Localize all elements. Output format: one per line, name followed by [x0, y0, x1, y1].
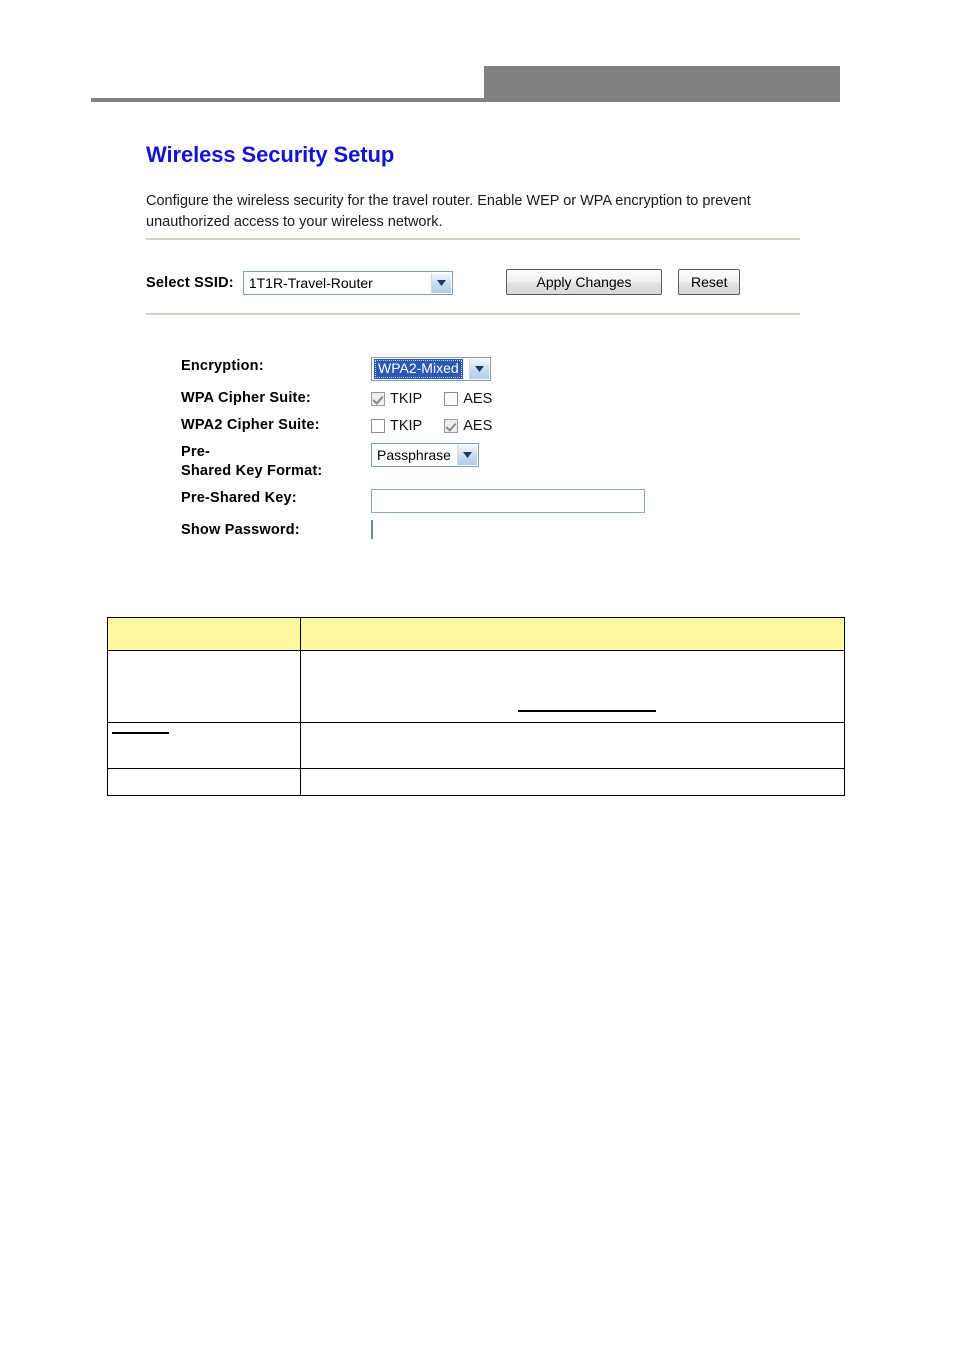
divider-bottom	[146, 313, 800, 315]
ssid-select-value: 1T1R-Travel-Router	[248, 275, 373, 291]
psk-format-label-line2: Shared Key Format:	[181, 463, 323, 479]
wpa-aes-label: AES	[463, 391, 493, 407]
table-row	[107, 768, 845, 796]
wpa-aes-checkbox-item[interactable]: AES	[444, 391, 492, 407]
table-header-cell-a	[107, 617, 301, 651]
underline-mark-long	[517, 709, 656, 712]
ssid-select[interactable]: 1T1R-Travel-Router	[242, 271, 453, 295]
chevron-down-icon	[469, 359, 489, 379]
security-settings-form: Encryption: WPA2-Mixed WPA Cipher Suite:…	[181, 357, 781, 548]
show-password-label: Show Password:	[181, 522, 300, 538]
wpa2-tkip-label: TKIP	[390, 418, 423, 434]
header-rule	[91, 98, 484, 102]
wpa2-tkip-checkbox-item[interactable]: TKIP	[371, 418, 422, 434]
encryption-select[interactable]: WPA2-Mixed	[371, 357, 491, 381]
show-password-row: Show Password:	[181, 520, 781, 540]
wpa2-aes-checkbox-item[interactable]: AES	[444, 418, 492, 434]
apply-changes-button[interactable]: Apply Changes	[506, 269, 662, 295]
psk-format-row: Pre- Shared Key Format: Passphrase	[181, 443, 781, 481]
psk-input[interactable]	[371, 489, 645, 513]
table-cell-a	[107, 650, 301, 723]
encryption-label: Encryption:	[181, 358, 264, 374]
wpa-tkip-label: TKIP	[390, 391, 423, 407]
select-ssid-label: Select SSID:	[146, 275, 234, 291]
wpa-tkip-checkbox[interactable]	[371, 392, 385, 406]
divider-top	[146, 238, 800, 240]
show-password-checkbox[interactable]	[371, 520, 373, 539]
psk-format-select[interactable]: Passphrase	[371, 443, 479, 467]
table-cell-a	[107, 722, 301, 769]
wpa2-aes-checkbox[interactable]	[444, 419, 459, 433]
table-header-row	[107, 617, 845, 651]
wpa2-tkip-checkbox[interactable]	[371, 419, 385, 433]
encryption-row: Encryption: WPA2-Mixed	[181, 357, 781, 381]
page-description: Configure the wireless security for the …	[146, 193, 751, 230]
wpa2-cipher-checkbox-group: TKIP AES	[371, 416, 781, 434]
header-gray-band	[484, 66, 840, 102]
wpa-tkip-checkbox-item[interactable]: TKIP	[371, 391, 422, 407]
encryption-select-value: WPA2-Mixed	[374, 359, 463, 379]
table-cell-b	[111, 650, 845, 734]
wireless-security-panel: Wireless Security Setup Configure the wi…	[133, 122, 809, 571]
psk-label: Pre-Shared Key:	[181, 490, 297, 506]
psk-row: Pre-Shared Key:	[181, 489, 781, 513]
underline-mark-short	[111, 731, 169, 734]
table-cell-b	[300, 768, 845, 796]
table-cell-a	[107, 768, 301, 796]
wpa2-aes-label: AES	[463, 418, 493, 434]
wpa2-cipher-suite-row: WPA2 Cipher Suite: TKIP AES	[181, 416, 781, 435]
wpa-cipher-checkbox-group: TKIP AES	[371, 389, 781, 407]
wpa2-cipher-suite-label: WPA2 Cipher Suite:	[181, 417, 320, 433]
select-ssid-row: Select SSID: 1T1R-Travel-Router	[146, 268, 453, 298]
psk-format-label-line1: Pre-	[181, 444, 211, 460]
table-row	[107, 650, 845, 734]
psk-format-select-value: Passphrase	[377, 447, 451, 463]
table-header-cell-b	[300, 617, 845, 651]
description-table	[107, 617, 845, 796]
wpa-cipher-suite-row: WPA Cipher Suite: TKIP AES	[181, 389, 781, 408]
page-title: Wireless Security Setup	[146, 142, 395, 167]
psk-format-label: Pre- Shared Key Format:	[181, 443, 371, 481]
table-row	[107, 722, 845, 769]
chevron-down-icon	[430, 273, 451, 293]
table-cell-b	[300, 722, 845, 769]
wpa-cipher-suite-label: WPA Cipher Suite:	[181, 390, 311, 406]
chevron-down-icon	[457, 445, 477, 465]
wpa-aes-checkbox[interactable]	[444, 392, 459, 406]
reset-button[interactable]: Reset	[678, 269, 740, 295]
